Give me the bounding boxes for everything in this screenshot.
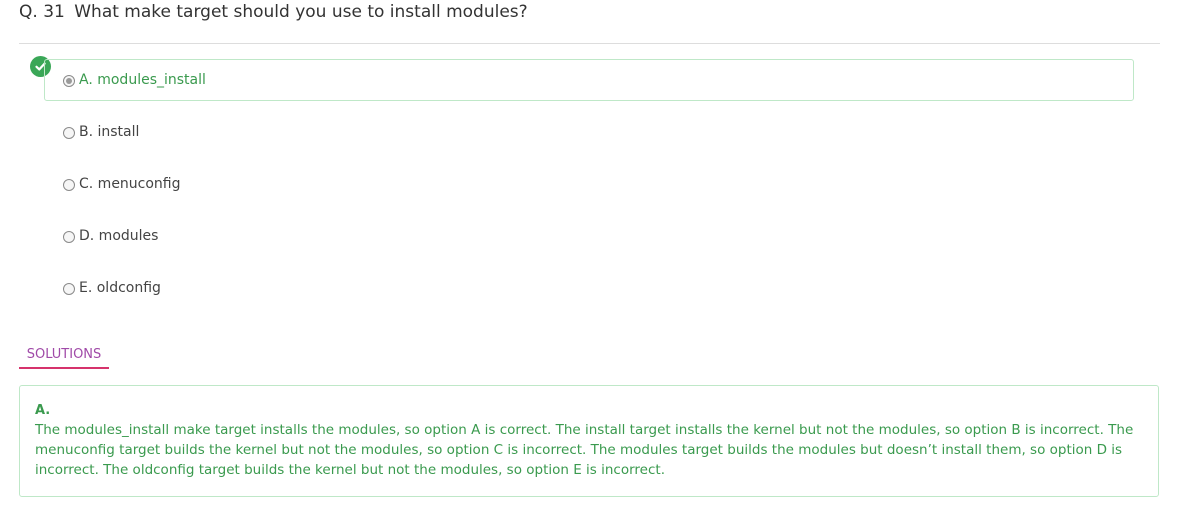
- solutions-tab[interactable]: SOLUTIONS: [19, 347, 109, 369]
- option-b[interactable]: B. install: [44, 111, 1134, 153]
- radio-button[interactable]: [63, 283, 75, 295]
- radio-button[interactable]: [63, 179, 75, 191]
- option-label: D. modules: [79, 228, 159, 244]
- question-number: Q. 31: [19, 2, 65, 22]
- answer-options: A. modules_install B. install C. menucon…: [44, 59, 1134, 319]
- option-c[interactable]: C. menuconfig: [44, 163, 1134, 205]
- question-text: What make target should you use to insta…: [74, 2, 528, 22]
- solution-answer: A.: [35, 403, 51, 418]
- radio-button[interactable]: [63, 231, 75, 243]
- option-label: C. menuconfig: [79, 176, 181, 192]
- option-label: B. install: [79, 124, 140, 140]
- solution-explanation: The modules_install make target installs…: [35, 422, 1134, 478]
- question-title: Q. 31 What make target should you use to…: [19, 2, 528, 22]
- radio-button[interactable]: [63, 75, 75, 87]
- option-d[interactable]: D. modules: [44, 215, 1134, 257]
- option-e[interactable]: E. oldconfig: [44, 267, 1134, 309]
- divider: [19, 43, 1160, 44]
- option-label: E. oldconfig: [79, 280, 161, 296]
- option-label: A. modules_install: [79, 72, 206, 88]
- radio-button[interactable]: [63, 127, 75, 139]
- solution-panel: A. The modules_install make target insta…: [19, 385, 1159, 497]
- option-a[interactable]: A. modules_install: [44, 59, 1134, 101]
